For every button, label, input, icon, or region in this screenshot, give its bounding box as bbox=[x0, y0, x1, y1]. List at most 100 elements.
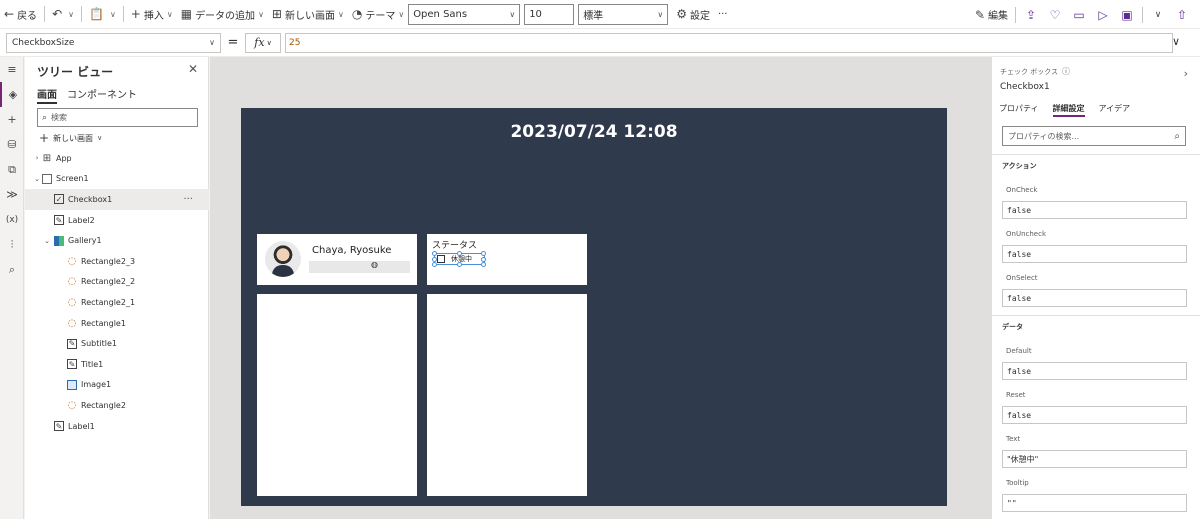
menu-icon[interactable]: ≡ bbox=[0, 57, 24, 82]
more-button[interactable]: ··· bbox=[714, 0, 732, 29]
chevron-down-icon: ∨ bbox=[166, 9, 173, 19]
media-icon[interactable]: ⧉ bbox=[0, 157, 24, 182]
theme-button[interactable]: ◔ テーマ ∨ bbox=[348, 0, 408, 29]
resize-handle[interactable] bbox=[432, 262, 437, 267]
tree-item-label2[interactable]: ✎ Label2 bbox=[25, 210, 209, 231]
share-icon[interactable]: ⇪ bbox=[1019, 8, 1043, 22]
chevron-right-icon[interactable]: › bbox=[1184, 67, 1188, 80]
label-icon: ✎ bbox=[67, 359, 77, 370]
resize-handle[interactable] bbox=[432, 251, 437, 256]
new-screen-button[interactable]: ⊞ 新しい画面 ∨ bbox=[268, 0, 348, 29]
tab-ideas[interactable]: アイデア bbox=[1099, 103, 1131, 117]
avatar[interactable] bbox=[265, 241, 301, 277]
tree-item-image1[interactable]: Image1 bbox=[25, 375, 209, 396]
resize-handle[interactable] bbox=[457, 251, 462, 256]
tab-screens[interactable]: 画面 bbox=[37, 86, 57, 104]
app-checker-icon[interactable]: ♡ bbox=[1043, 8, 1067, 22]
tree-view-icon[interactable]: ◈ bbox=[0, 82, 24, 107]
resize-handle[interactable] bbox=[457, 262, 462, 267]
tooltip-field[interactable]: "" bbox=[1002, 494, 1187, 512]
paste-button[interactable]: 📋 ∨ bbox=[85, 0, 120, 29]
data-icon[interactable]: ⛁ bbox=[0, 132, 24, 157]
font-dropdown[interactable]: Open Sans ∨ bbox=[408, 3, 521, 25]
font-weight-dropdown[interactable]: 標準 ∨ bbox=[578, 3, 669, 25]
tree-item-rectangle2-1[interactable]: ◌ Rectangle2_1 bbox=[25, 292, 209, 313]
right-commands: ✎ 編集 ⇪ ♡ ▭ ▷ ▣ ∨ ⇧ bbox=[971, 0, 1194, 29]
tree-item-label1[interactable]: ✎ Label1 bbox=[25, 416, 209, 437]
fx-button[interactable]: fx ∨ bbox=[245, 32, 281, 53]
gallery-card-status[interactable]: ステータス 休憩中 bbox=[427, 234, 587, 285]
help-icon[interactable]: ⓘ bbox=[1062, 67, 1070, 76]
insert-icon[interactable]: + bbox=[0, 107, 24, 132]
app-screen[interactable]: 2023/07/24 12:08 Chaya, Ryosuke ◍ ステータス … bbox=[241, 108, 947, 506]
tree-item-subtitle1[interactable]: ✎ Subtitle1 bbox=[25, 333, 209, 354]
chevron-down-icon[interactable]: ∨ bbox=[1146, 10, 1170, 20]
property-label: Default bbox=[1006, 347, 1032, 355]
undo-button[interactable]: ↶ ∨ bbox=[48, 0, 78, 29]
status-label: ステータス bbox=[432, 241, 478, 251]
edit-button[interactable]: ✎ 編集 bbox=[971, 0, 1012, 29]
clipboard-icon: 📋 bbox=[88, 7, 104, 21]
new-screen-button[interactable]: + 新しい画面 ∨ bbox=[39, 131, 102, 145]
play-icon[interactable]: ▷ bbox=[1091, 8, 1115, 22]
timestamp-label[interactable]: 2023/07/24 12:08 bbox=[241, 122, 947, 142]
search-icon: ⌕ bbox=[1174, 130, 1180, 142]
shape-icon: ◌ bbox=[67, 296, 77, 308]
tree-item-title1[interactable]: ✎ Title1 bbox=[25, 354, 209, 375]
chevron-down-icon: ∨ bbox=[209, 38, 215, 47]
gallery-card-empty[interactable] bbox=[257, 294, 417, 496]
variables-icon[interactable]: (x) bbox=[0, 207, 24, 232]
tree-item-checkbox1[interactable]: ✓ Checkbox1 ··· bbox=[25, 189, 209, 210]
default-field[interactable]: false bbox=[1002, 362, 1187, 380]
tree-item-rectangle1[interactable]: ◌ Rectangle1 bbox=[25, 313, 209, 334]
tree-item-rectangle2-3[interactable]: ◌ Rectangle2_3 bbox=[25, 251, 209, 272]
settings-button[interactable]: ⚙ 設定 bbox=[672, 0, 714, 29]
new-screen-icon: ⊞ bbox=[271, 7, 282, 21]
tab-advanced[interactable]: 詳細設定 bbox=[1052, 103, 1085, 117]
expand-formula-icon[interactable]: ∨ bbox=[1172, 35, 1180, 48]
advanced-tools-icon[interactable]: ⫶ bbox=[0, 232, 24, 257]
gallery-icon bbox=[54, 235, 64, 246]
text-field[interactable]: "休憩中" bbox=[1002, 450, 1187, 468]
chevron-down-icon: ⌄ bbox=[44, 236, 50, 245]
power-automate-icon[interactable]: ≫ bbox=[0, 182, 24, 207]
onuncheck-field[interactable]: false bbox=[1002, 245, 1187, 263]
tree-item-app[interactable]: › ⊞ App bbox=[25, 148, 209, 169]
chevron-down-icon: ∨ bbox=[109, 9, 116, 19]
add-data-button[interactable]: ▦ データの追加 ∨ bbox=[177, 0, 268, 29]
tab-properties[interactable]: プロパティ bbox=[999, 103, 1039, 117]
chevron-down-icon: ⌄ bbox=[34, 174, 40, 183]
reset-field[interactable]: false bbox=[1002, 406, 1187, 424]
onselect-field[interactable]: false bbox=[1002, 289, 1187, 307]
property-search-input[interactable]: プロパティの検索... ⌕ bbox=[1002, 126, 1186, 146]
search-icon[interactable]: ⌕ bbox=[0, 257, 24, 282]
tree-item-gallery1[interactable]: ⌄ Gallery1 bbox=[25, 230, 209, 251]
comments-icon[interactable]: ▭ bbox=[1067, 8, 1091, 22]
font-size-input[interactable]: 10 bbox=[524, 3, 575, 25]
tree-item-rectangle2[interactable]: ◌ Rectangle2 bbox=[25, 395, 209, 416]
tree-item-rectangle2-2[interactable]: ◌ Rectangle2_2 bbox=[25, 272, 209, 293]
tree-view-panel: ツリー ビュー ✕ 画面 コンポーネント ⌕ 検索 + 新しい画面 ∨ › ⊞ App ⌄… bbox=[25, 57, 209, 519]
publish-icon[interactable]: ⇧ bbox=[1170, 8, 1194, 22]
resize-handle[interactable] bbox=[481, 262, 486, 267]
formula-bar: CheckboxSize ∨ = fx ∨ 25 ∨ bbox=[0, 29, 1200, 57]
equals-sign: = bbox=[227, 35, 239, 50]
tree-item-screen1[interactable]: ⌄ Screen1 bbox=[25, 169, 209, 190]
section-title: アクション bbox=[1002, 162, 1037, 170]
oncheck-field[interactable]: false bbox=[1002, 201, 1187, 219]
gallery-card-empty[interactable] bbox=[427, 294, 587, 496]
property-dropdown[interactable]: CheckboxSize ∨ bbox=[6, 32, 221, 53]
tab-components[interactable]: コンポーネント bbox=[67, 86, 137, 104]
resize-handle[interactable] bbox=[481, 251, 486, 256]
tree-search-input[interactable]: ⌕ 検索 bbox=[37, 108, 198, 127]
gallery-card-user[interactable]: Chaya, Ryosuke ◍ bbox=[257, 234, 417, 285]
checkbox-box[interactable] bbox=[437, 255, 445, 263]
close-icon[interactable]: ✕ bbox=[188, 62, 198, 76]
save-icon[interactable]: ▣ bbox=[1115, 8, 1139, 22]
back-button[interactable]: ← 戻る bbox=[0, 0, 41, 29]
insert-button[interactable]: + 挿入 ∨ bbox=[127, 0, 177, 29]
more-options-icon[interactable]: ··· bbox=[183, 194, 193, 205]
divider bbox=[1142, 6, 1143, 23]
formula-input[interactable]: 25 bbox=[285, 32, 1173, 53]
status-checkbox[interactable]: 休憩中 bbox=[432, 251, 486, 267]
